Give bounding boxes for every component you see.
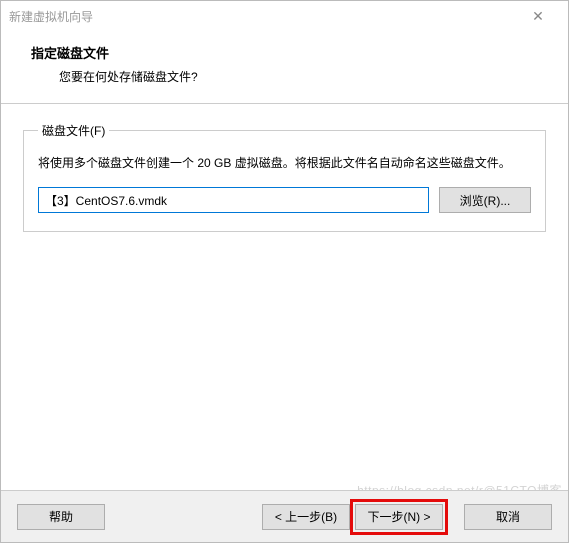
page-subtitle: 您要在何处存储磁盘文件? bbox=[31, 68, 544, 85]
group-legend: 磁盘文件(F) bbox=[38, 122, 109, 139]
file-row: 浏览(R)... bbox=[38, 187, 531, 213]
browse-button[interactable]: 浏览(R)... bbox=[439, 187, 531, 213]
page-title: 指定磁盘文件 bbox=[31, 43, 544, 62]
next-button-highlight: 下一步(N) > bbox=[350, 499, 448, 535]
disk-file-group: 磁盘文件(F) 将使用多个磁盘文件创建一个 20 GB 虚拟磁盘。将根据此文件名… bbox=[23, 122, 546, 232]
group-description: 将使用多个磁盘文件创建一个 20 GB 虚拟磁盘。将根据此文件名自动命名这些磁盘… bbox=[38, 153, 531, 173]
next-button[interactable]: 下一步(N) > bbox=[355, 504, 443, 530]
disk-file-input[interactable] bbox=[38, 187, 429, 213]
close-button[interactable]: ✕ bbox=[518, 2, 558, 30]
wizard-header: 指定磁盘文件 您要在何处存储磁盘文件? bbox=[1, 31, 568, 104]
cancel-button[interactable]: 取消 bbox=[464, 504, 552, 530]
help-button[interactable]: 帮助 bbox=[17, 504, 105, 530]
footer: 帮助 < 上一步(B) 下一步(N) > 取消 bbox=[1, 490, 568, 542]
titlebar: 新建虚拟机向导 ✕ bbox=[1, 1, 568, 31]
content-area: 磁盘文件(F) 将使用多个磁盘文件创建一个 20 GB 虚拟磁盘。将根据此文件名… bbox=[1, 104, 568, 232]
back-button[interactable]: < 上一步(B) bbox=[262, 504, 350, 530]
close-icon: ✕ bbox=[532, 8, 544, 25]
window-title: 新建虚拟机向导 bbox=[9, 8, 93, 25]
footer-right: < 上一步(B) 下一步(N) > 取消 bbox=[262, 499, 552, 535]
